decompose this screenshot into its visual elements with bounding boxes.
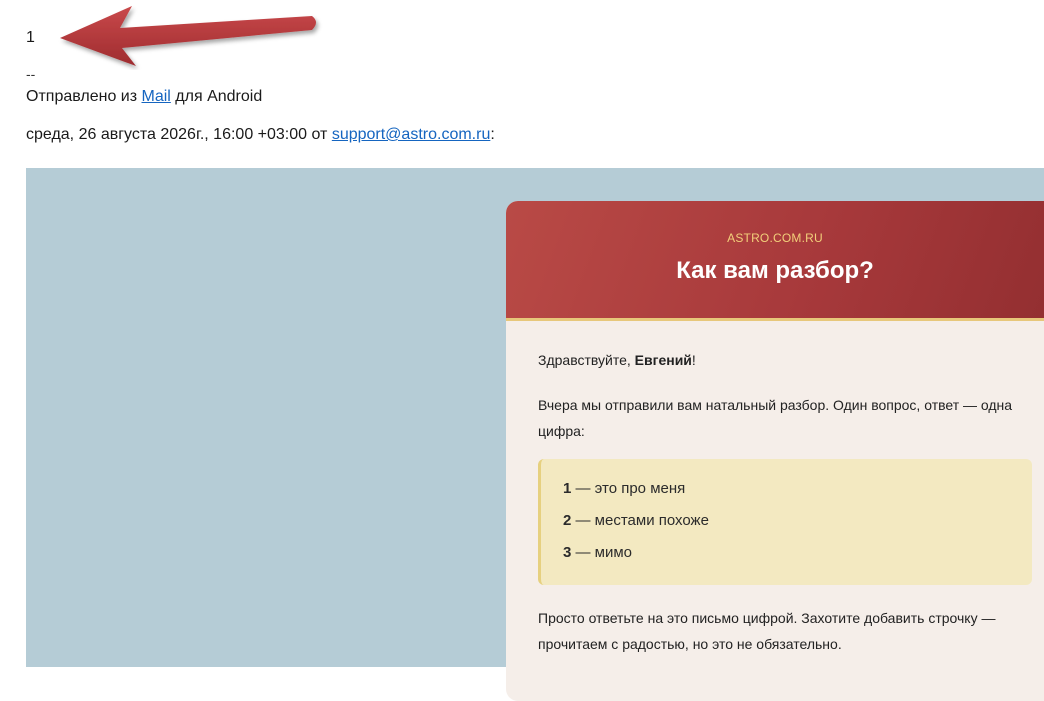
signature: Отправлено из Mail для Android bbox=[26, 88, 262, 106]
email-card-header: ASTRO.COM.RU Как вам разбор? bbox=[506, 201, 1044, 321]
reply-text: 1 bbox=[26, 29, 35, 46]
option-3: 3 — мимо bbox=[563, 544, 632, 561]
quote-header: среда, 26 августа 2026г., 16:00 +03:00 о… bbox=[26, 126, 495, 144]
greeting-suffix: ! bbox=[691, 352, 696, 368]
quote-date: среда, 26 августа 2026г., 16:00 +03:00 о… bbox=[26, 126, 332, 143]
quote-trailing: : bbox=[490, 126, 495, 143]
intro-text: Вчера мы отправили вам натальный разбор.… bbox=[538, 397, 1013, 439]
greeting-name: Евгений bbox=[634, 352, 692, 368]
outro-text: Просто ответьте на это письмо цифрой. За… bbox=[538, 610, 996, 652]
signature-prefix: Отправлено из bbox=[26, 88, 142, 105]
sender-email-link[interactable]: support@astro.com.ru bbox=[332, 126, 491, 143]
email-title: Как вам разбор? bbox=[676, 257, 874, 284]
option-2: 2 — местами похоже bbox=[563, 512, 709, 529]
answer-options-box: 1 — это про меня 2 — местами похоже 3 — … bbox=[538, 459, 1032, 585]
arrow-annotation-icon bbox=[60, 6, 316, 66]
signature-suffix: для Android bbox=[170, 88, 263, 105]
email-card: ASTRO.COM.RU Как вам разбор? Здравствуйт… bbox=[506, 201, 1044, 701]
greeting-prefix: Здравствуйте, bbox=[538, 352, 635, 368]
signature-separator: -- bbox=[26, 66, 36, 82]
option-text: — мимо bbox=[571, 544, 633, 561]
mail-app-link[interactable]: Mail bbox=[142, 88, 171, 105]
greeting: Здравствуйте, Евгений! bbox=[538, 352, 696, 368]
option-text: — местами похоже bbox=[571, 512, 709, 529]
option-1: 1 — это про меня bbox=[563, 480, 685, 497]
option-text: — это про меня bbox=[571, 480, 686, 497]
brand-label: ASTRO.COM.RU bbox=[727, 231, 823, 245]
